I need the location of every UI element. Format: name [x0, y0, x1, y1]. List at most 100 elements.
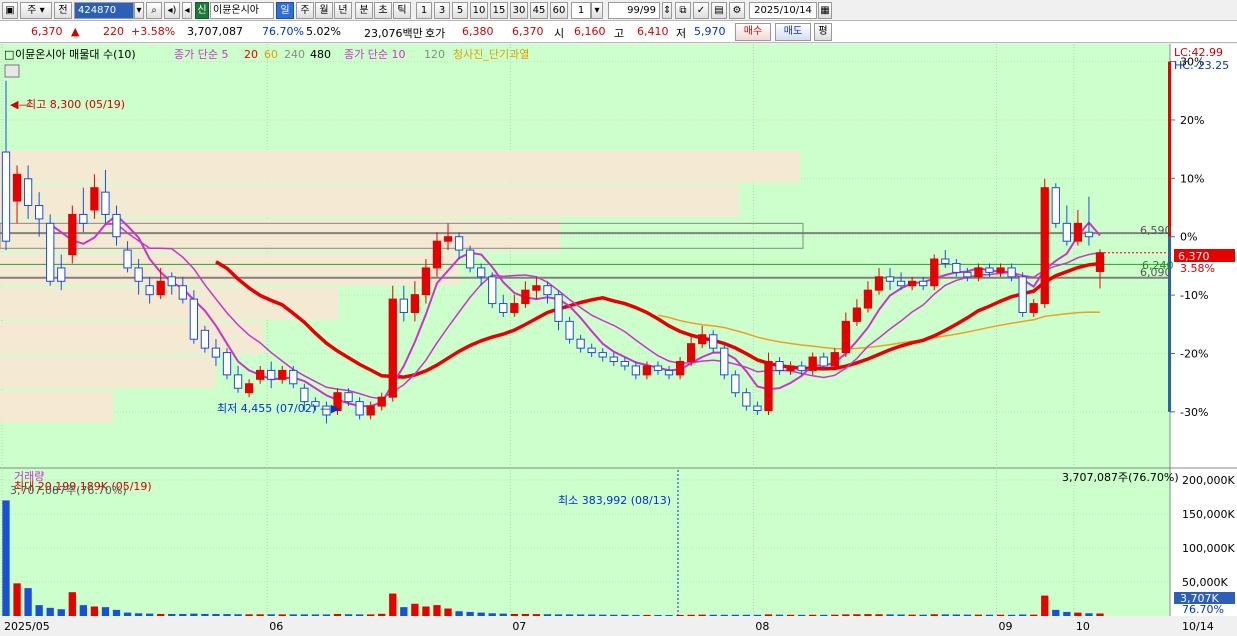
candle-body[interactable] — [90, 187, 99, 211]
candle-body[interactable] — [896, 280, 906, 287]
volume-bar[interactable] — [985, 614, 994, 616]
volume-bar[interactable] — [477, 612, 485, 616]
volume-bar[interactable] — [24, 588, 32, 616]
candle-body[interactable] — [488, 276, 497, 305]
volume-bar[interactable] — [930, 614, 938, 616]
candle-body[interactable] — [1029, 303, 1038, 313]
candle-body[interactable] — [112, 213, 121, 238]
volume-bar[interactable] — [797, 614, 806, 616]
volume-bar[interactable] — [1030, 614, 1038, 616]
candle-body[interactable] — [675, 361, 685, 376]
volume-bar[interactable] — [344, 614, 353, 616]
volume-bar[interactable] — [775, 614, 784, 616]
candle-body[interactable] — [1073, 222, 1083, 242]
candle-body[interactable] — [477, 267, 486, 278]
volume-bar[interactable] — [444, 608, 452, 616]
volume-bar[interactable] — [179, 613, 187, 616]
candle-body[interactable] — [753, 405, 762, 412]
candle-body[interactable] — [930, 258, 939, 287]
candle-body[interactable] — [852, 307, 862, 322]
volume-bar[interactable] — [952, 614, 960, 616]
page-spinner-icon[interactable]: ⇕ — [662, 2, 672, 19]
volume-bar[interactable] — [720, 614, 728, 616]
period-month-button[interactable]: 월 — [315, 2, 333, 19]
volume-bar[interactable] — [632, 614, 640, 616]
candle-body[interactable] — [256, 369, 265, 380]
candle-body[interactable] — [941, 258, 950, 264]
candle-body[interactable] — [465, 249, 475, 269]
candle-body[interactable] — [233, 374, 243, 389]
candle-body[interactable] — [399, 298, 408, 313]
candle-body[interactable] — [1040, 187, 1049, 305]
volume-bar[interactable] — [687, 614, 695, 616]
volume-bar[interactable] — [886, 614, 894, 616]
candle-body[interactable] — [432, 240, 442, 269]
volume-bar[interactable] — [134, 613, 143, 616]
volume-bar[interactable] — [853, 614, 861, 616]
candle-body[interactable] — [532, 285, 541, 291]
candle-body[interactable] — [686, 343, 696, 363]
volume-bar[interactable] — [820, 614, 828, 616]
volume-bar[interactable] — [764, 614, 773, 616]
volume-bar[interactable] — [422, 606, 430, 616]
date-input[interactable]: 2025/10/14 — [749, 2, 817, 19]
candle-body[interactable] — [1018, 276, 1027, 313]
volume-bar[interactable] — [654, 614, 662, 616]
volume-bar[interactable] — [588, 614, 596, 616]
period-tick-button[interactable]: 틱 — [393, 2, 411, 19]
volume-bar[interactable] — [123, 612, 132, 616]
candle-body[interactable] — [289, 369, 298, 385]
volume-bar[interactable] — [300, 614, 309, 616]
volume-bar[interactable] — [599, 614, 607, 616]
candle-body[interactable] — [764, 361, 773, 412]
volume-bar[interactable] — [996, 614, 1005, 616]
volume-bar[interactable] — [1074, 612, 1082, 616]
volume-bar[interactable] — [333, 613, 342, 616]
candle-body[interactable] — [609, 356, 618, 363]
candle-body[interactable] — [1007, 267, 1016, 278]
candle-body[interactable] — [278, 369, 287, 380]
volume-bar[interactable] — [665, 615, 673, 616]
candle-body[interactable] — [786, 365, 795, 371]
candle-body[interactable] — [996, 267, 1005, 273]
candle-body[interactable] — [134, 267, 143, 282]
candle-body[interactable] — [819, 356, 828, 367]
volume-bar[interactable] — [753, 614, 762, 616]
volume-bar[interactable] — [79, 605, 88, 616]
candle-body[interactable] — [178, 285, 187, 300]
volume-bar[interactable] — [190, 613, 198, 616]
volume-bar[interactable] — [1052, 609, 1060, 616]
candle-body[interactable] — [874, 276, 884, 291]
candle-body[interactable] — [1062, 222, 1071, 242]
candle-body[interactable] — [720, 347, 729, 376]
candle-body[interactable] — [454, 236, 464, 251]
volume-bar[interactable] — [908, 614, 916, 616]
volume-bar[interactable] — [543, 614, 552, 616]
volume-bar[interactable] — [786, 614, 795, 616]
volume-bar[interactable] — [974, 614, 983, 616]
volume-bar[interactable] — [35, 605, 43, 616]
candle-body[interactable] — [123, 249, 132, 269]
volume-pane[interactable] — [0, 468, 1170, 616]
legend-ma2-label[interactable]: 종가 단순 10 — [344, 48, 405, 61]
legend-ma1-label[interactable]: 종가 단순 5 — [174, 48, 228, 61]
volume-bar[interactable] — [941, 614, 949, 616]
volume-bar[interactable] — [168, 613, 176, 616]
volume-bar[interactable] — [488, 613, 496, 616]
candle-body[interactable] — [797, 365, 806, 371]
layout-icon[interactable]: ▣ — [2, 2, 18, 19]
candle-body[interactable] — [443, 236, 453, 242]
volume-bar[interactable] — [1041, 595, 1049, 616]
link-icon[interactable]: ⧉ — [675, 2, 691, 19]
candle-body[interactable] — [521, 289, 530, 305]
period-minute-button[interactable]: 분 — [355, 2, 373, 19]
volume-bar[interactable] — [322, 614, 331, 616]
interval-button-30[interactable]: 30 — [510, 2, 528, 19]
volume-bar[interactable] — [112, 609, 121, 616]
volume-bar[interactable] — [742, 614, 751, 616]
volume-bar[interactable] — [1063, 611, 1071, 616]
candle-body[interactable] — [200, 329, 210, 349]
stock-chart[interactable]: 30%20%10%0%-10%-20%-30%200,000K150,000K1… — [0, 44, 1237, 636]
volume-bar[interactable] — [510, 613, 518, 616]
candle-body[interactable] — [344, 392, 353, 403]
